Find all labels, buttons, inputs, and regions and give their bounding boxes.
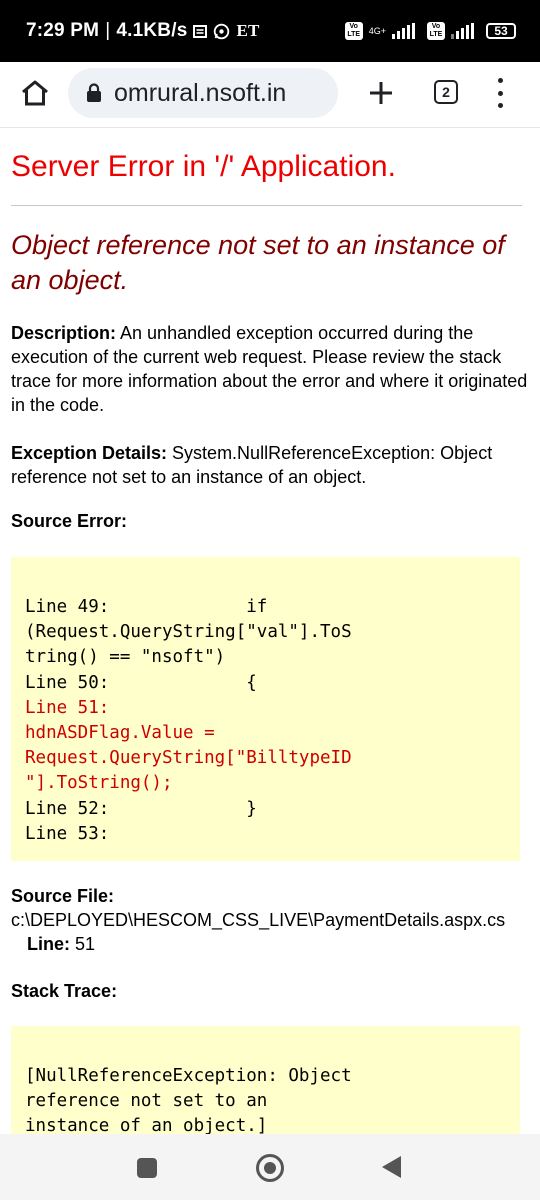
new-tab-button[interactable] [366, 76, 396, 110]
code-line: Line 52: } [25, 798, 257, 819]
recents-button[interactable] [137, 1158, 157, 1178]
stack-line: reference not set to an [25, 1091, 268, 1112]
divider [11, 205, 522, 206]
tab-count: 2 [442, 84, 450, 100]
back-button[interactable] [382, 1156, 401, 1178]
source-line: Line: 51 [27, 934, 95, 955]
source-error-code: Line 49: if (Request.QueryString["val"].… [11, 557, 520, 861]
url-text: omrural.nsoft.in [114, 78, 287, 107]
address-bar[interactable]: omrural.nsoft.in [68, 68, 338, 118]
stack-line: instance of an object.] [25, 1116, 268, 1134]
page-content: Server Error in '/' Application. Object … [0, 128, 540, 1134]
plus-icon [370, 82, 392, 104]
whatsapp-icon [213, 23, 230, 40]
code-line: Line 50: { [25, 672, 257, 693]
source-error-label: Source Error: [11, 511, 128, 531]
status-speed: 4.1KB/s [116, 20, 188, 41]
code-line: Line 53: [25, 823, 110, 844]
code-line: Line 49: if [25, 597, 268, 617]
code-line-error: Request.QueryString["BilltypeID [25, 748, 352, 769]
signal-icon-2 [451, 23, 474, 39]
code-line-error: hdnASDFlag.Value = [25, 723, 215, 744]
home-nav-button[interactable] [256, 1154, 284, 1182]
stack-trace-label: Stack Trace: [11, 981, 118, 1001]
code-line-error: "].ToString(); [25, 773, 173, 794]
line-label: Line: [27, 934, 70, 954]
network-type: 4G+ [368, 25, 386, 36]
description: Description: An unhandled exception occu… [11, 321, 531, 417]
home-circle-icon [264, 1162, 276, 1174]
status-right: Vo LTE 4G+ Vo LTE 53 [344, 22, 516, 40]
exception-details: Exception Details: System.NullReferenceE… [11, 441, 531, 489]
server-error-title: Server Error in '/' Application. [11, 150, 396, 183]
exception-details-label: Exception Details: [11, 443, 168, 463]
code-line: (Request.QueryString["val"].ToS [25, 622, 352, 643]
tab-switcher-button[interactable]: 2 [434, 80, 458, 104]
home-icon [22, 80, 48, 106]
source-file-path: c:\DEPLOYED\HESCOM_CSS_LIVE\PaymentDetai… [11, 910, 506, 930]
signal-icon [392, 23, 415, 39]
line-value: 51 [70, 934, 96, 954]
description-label: Description: [11, 323, 117, 343]
stack-trace-code: [NullReferenceException: Object referenc… [11, 1026, 520, 1134]
battery-icon: 53 [486, 23, 516, 39]
status-separator: | [105, 20, 111, 41]
browser-toolbar: omrural.nsoft.in 2 [0, 62, 540, 128]
status-left: 7:29 PM | 4.1KB/s ET [26, 20, 260, 42]
more-vert-icon [497, 78, 503, 83]
volte-icon-2: Vo LTE [427, 22, 445, 40]
status-bar: 7:29 PM | 4.1KB/s ET Vo LTE 4G+ Vo LTE 53 [0, 0, 540, 62]
stack-line: [NullReferenceException: Object [25, 1066, 352, 1086]
status-time: 7:29 PM [26, 20, 100, 41]
code-line: tring() == "nsoft") [25, 647, 226, 668]
lock-icon [86, 83, 102, 103]
code-line-error: Line 51: [25, 697, 110, 718]
home-button[interactable] [18, 76, 52, 110]
volte-icon: Vo LTE [344, 22, 363, 40]
et-news-icon: ET [236, 21, 260, 40]
exception-title: Object reference not set to an instance … [11, 230, 505, 295]
message-icon [193, 24, 208, 38]
source-file-label: Source File: [11, 886, 115, 906]
navigation-bar [0, 1134, 540, 1200]
menu-button[interactable] [494, 78, 506, 108]
